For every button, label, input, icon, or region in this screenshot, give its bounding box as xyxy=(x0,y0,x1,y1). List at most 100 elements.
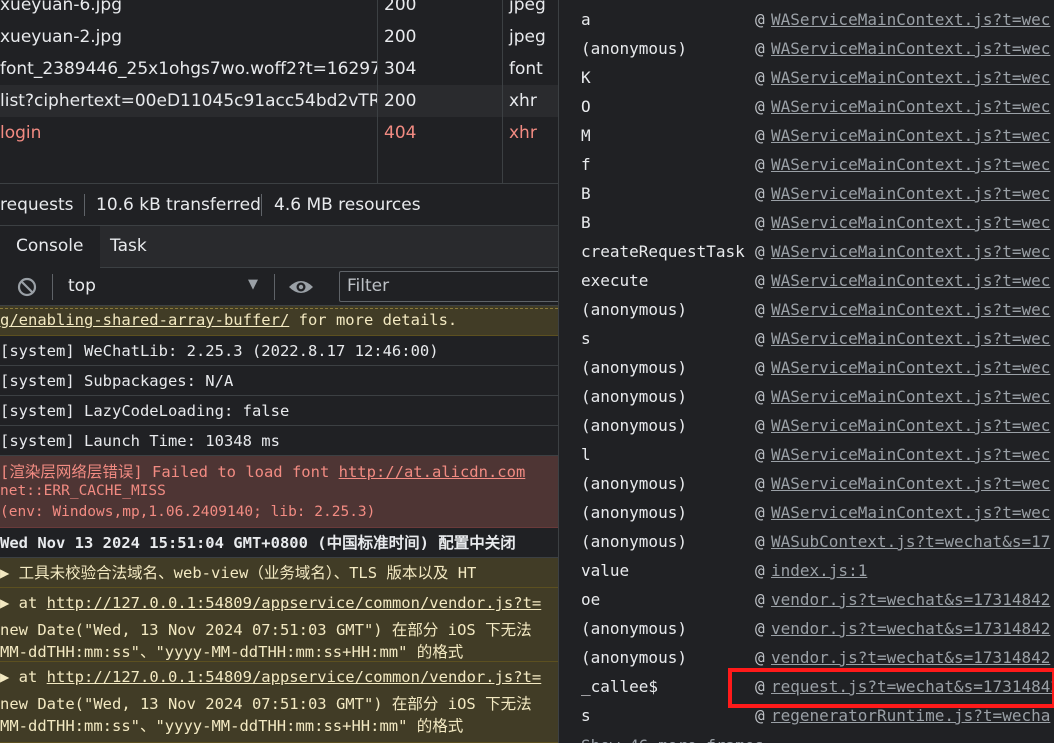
stack-frame[interactable]: (anonymous) @ vendor.js?t=wechat&s=1731484… xyxy=(559,614,1054,643)
source-link[interactable]: WAServiceMainContext.js?t=wec xyxy=(771,63,1050,92)
at-symbol: @ xyxy=(755,242,765,261)
stack-frame[interactable]: a @ WAServiceMainContext.js?t=wec xyxy=(559,5,1054,34)
at-symbol: @ xyxy=(755,445,765,464)
resources-size: 4.6 MB resources xyxy=(274,195,421,215)
stack-frame[interactable]: M @ WAServiceMainContext.js?t=wec xyxy=(559,121,1054,150)
source-link[interactable]: WAServiceMainContext.js?t=wec xyxy=(771,411,1050,440)
error-code: net::ERR_CACHE_MISS xyxy=(0,483,166,499)
stack-frame[interactable]: oe @ vendor.js?t=wechat&s=17314842 xyxy=(559,585,1054,614)
stack-frame[interactable]: (anonymous) @ WAServiceMainContext.js?t=we… xyxy=(559,498,1054,527)
function-name: s xyxy=(581,706,591,725)
warning-text: new Date("Wed, 13 Nov 2024 07:51:03 GMT"… xyxy=(0,695,532,713)
clear-console-icon[interactable] xyxy=(16,276,38,298)
warning-text: g/enabling-shared-array-buffer/ for more… xyxy=(0,311,457,329)
function-name: l xyxy=(581,445,591,464)
source-link[interactable]: WAServiceMainContext.js?t=wec xyxy=(771,440,1050,469)
stack-frame[interactable]: f @ WAServiceMainContext.js?t=wec xyxy=(559,150,1054,179)
stack-frame[interactable]: (anonymous) @ WAServiceMainContext.js?t=we… xyxy=(559,469,1054,498)
source-link[interactable]: WAServiceMainContext.js?t=wec xyxy=(771,179,1050,208)
source-link[interactable]: WAServiceMainContext.js?t=wec xyxy=(771,469,1050,498)
transferred-size: 10.6 kB transferred xyxy=(96,195,261,215)
network-row[interactable]: list?ciphertext=00eD11045c91acc54bd2vTR%… xyxy=(0,85,558,117)
source-link[interactable]: WASubContext.js?t=wechat&s=17 xyxy=(771,527,1050,556)
source-link[interactable]: WAServiceMainContext.js?t=wec xyxy=(771,266,1050,295)
context-selector[interactable]: top ▼ xyxy=(56,268,268,305)
console-log: Wed Nov 13 2024 15:51:04 GMT+0800 (中国标准时… xyxy=(0,528,558,558)
function-name: (anonymous) xyxy=(581,503,687,522)
error-link[interactable]: http://at.alicdn.com xyxy=(339,463,526,481)
warning-text: MM-ddTHH:mm:ss"、"yyyy-MM-ddTHH:mm:ss+HH:… xyxy=(0,717,464,735)
context-label: top xyxy=(68,276,96,296)
stack-frame[interactable]: O @ WAServiceMainContext.js?t=wec xyxy=(559,92,1054,121)
console-log: [system] Subpackages: N/A xyxy=(0,366,558,396)
source-link[interactable]: vendor.js?t=wechat&s=17314842 xyxy=(771,614,1050,643)
show-more-frames[interactable]: Show 46 more frames xyxy=(559,731,1054,743)
expand-arrow[interactable]: ▶ at xyxy=(0,594,47,612)
source-link[interactable]: http://127.0.0.1:54809/appservice/common… xyxy=(47,594,542,612)
source-link[interactable]: WAServiceMainContext.js?t=wec xyxy=(771,295,1050,324)
source-link[interactable]: WAServiceMainContext.js?t=wec xyxy=(771,382,1050,411)
stack-frame[interactable]: l @ WAServiceMainContext.js?t=wec xyxy=(559,440,1054,469)
console-warning[interactable]: ▶ 工具未校验合法域名、web-view（业务域名）、TLS 版本以及 HT xyxy=(0,558,558,588)
source-link[interactable]: WAServiceMainContext.js?t=wec xyxy=(771,34,1050,63)
function-name: (anonymous) xyxy=(581,474,687,493)
stack-frame[interactable]: (anonymous) @ WAServiceMainContext.js?t=we… xyxy=(559,382,1054,411)
function-name: (anonymous) xyxy=(581,532,687,551)
console-log: [system] Launch Time: 10348 ms xyxy=(0,426,558,456)
request-status: 304 xyxy=(384,59,417,79)
stack-frame[interactable]: (anonymous) @ WAServiceMainContext.js?t=we… xyxy=(559,411,1054,440)
source-link[interactable]: WAServiceMainContext.js?t=wec xyxy=(771,324,1050,353)
stack-frame[interactable]: createRequestTask @ WAServiceMainContext.j… xyxy=(559,237,1054,266)
request-type: xhr xyxy=(509,123,537,143)
call-stack-panel: a @ WAServiceMainContext.js?t=wec (anonymou… xyxy=(558,0,1054,743)
request-type: jpeg xyxy=(509,27,546,47)
source-link[interactable]: WAServiceMainContext.js?t=wec xyxy=(771,498,1050,527)
stack-frame[interactable]: (anonymous) @ WAServiceMainContext.js?t=we… xyxy=(559,34,1054,63)
warning-link[interactable]: g/enabling-shared-array-buffer/ xyxy=(0,311,289,329)
stack-frame[interactable]: K @ WAServiceMainContext.js?t=wec xyxy=(559,63,1054,92)
network-table: login 404 xhr list?ciphertext=00eD11045c91a… xyxy=(0,0,558,183)
tab-task[interactable]: Task xyxy=(94,226,163,268)
at-symbol: @ xyxy=(755,329,765,348)
warning-text: new Date("Wed, 13 Nov 2024 07:51:03 GMT"… xyxy=(0,621,532,639)
source-link[interactable]: WAServiceMainContext.js?t=wec xyxy=(771,237,1050,266)
eye-icon[interactable] xyxy=(288,277,314,297)
at-symbol: @ xyxy=(755,126,765,145)
warning-text: ▶ 工具未校验合法域名、web-view（业务域名）、TLS 版本以及 HT xyxy=(0,564,477,582)
network-row[interactable]: xueyuan-6.jpg 200 jpeg xyxy=(0,0,558,21)
at-symbol: @ xyxy=(755,416,765,435)
source-link[interactable]: WAServiceMainContext.js?t=wec xyxy=(771,121,1050,150)
stack-frame[interactable]: execute @ WAServiceMainContext.js?t=wec xyxy=(559,266,1054,295)
request-status: 200 xyxy=(384,27,417,47)
source-link[interactable]: vendor.js?t=wechat&s=17314842 xyxy=(771,585,1050,614)
source-link[interactable]: WAServiceMainContext.js?t=wec xyxy=(771,150,1050,179)
stack-frame[interactable]: (anonymous) @ WASubContext.js?t=wechat&s=1… xyxy=(559,527,1054,556)
function-name: value xyxy=(581,561,630,580)
stack-frame[interactable]: (anonymous) @ WAServiceMainContext.js?t=we… xyxy=(559,353,1054,382)
expand-arrow[interactable]: ▶ at xyxy=(0,668,47,686)
stack-frame[interactable]: (anonymous) @ WAServiceMainContext.js?t=we… xyxy=(559,295,1054,324)
at-symbol: @ xyxy=(755,619,765,638)
at-symbol: @ xyxy=(755,39,765,58)
stack-frame[interactable]: value @ index.js:1 xyxy=(559,556,1054,585)
request-name: xueyuan-6.jpg xyxy=(0,0,122,15)
stack-frame[interactable]: B @ WAServiceMainContext.js?t=wec xyxy=(559,179,1054,208)
source-link[interactable]: WAServiceMainContext.js?t=wec xyxy=(771,92,1050,121)
network-row[interactable]: login 404 xhr xyxy=(0,117,558,149)
request-name: xueyuan-2.jpg xyxy=(0,27,122,47)
network-row[interactable]: xueyuan-2.jpg 200 jpeg xyxy=(0,21,558,53)
console-warning: g/enabling-shared-array-buffer/ for more… xyxy=(0,306,558,336)
source-link[interactable]: WAServiceMainContext.js?t=wec xyxy=(771,208,1050,237)
network-row[interactable]: font_2389446_25x1ohgs7wo.woff2?t=162979.… xyxy=(0,53,558,85)
source-link[interactable]: WAServiceMainContext.js?t=wec xyxy=(771,5,1050,34)
stack-frame[interactable]: B @ WAServiceMainContext.js?t=wec xyxy=(559,208,1054,237)
source-link[interactable]: WAServiceMainContext.js?t=wec xyxy=(771,353,1050,382)
source-link[interactable]: index.js:1 xyxy=(771,556,867,585)
stack-frame[interactable]: s @ WAServiceMainContext.js?t=wec xyxy=(559,324,1054,353)
tab-console[interactable]: Console xyxy=(0,226,100,268)
function-name: (anonymous) xyxy=(581,358,687,377)
filter-input[interactable]: Filter xyxy=(339,271,558,302)
divider xyxy=(261,194,262,216)
at-symbol: @ xyxy=(755,271,765,290)
source-link[interactable]: http://127.0.0.1:54809/appservice/common… xyxy=(47,668,542,686)
